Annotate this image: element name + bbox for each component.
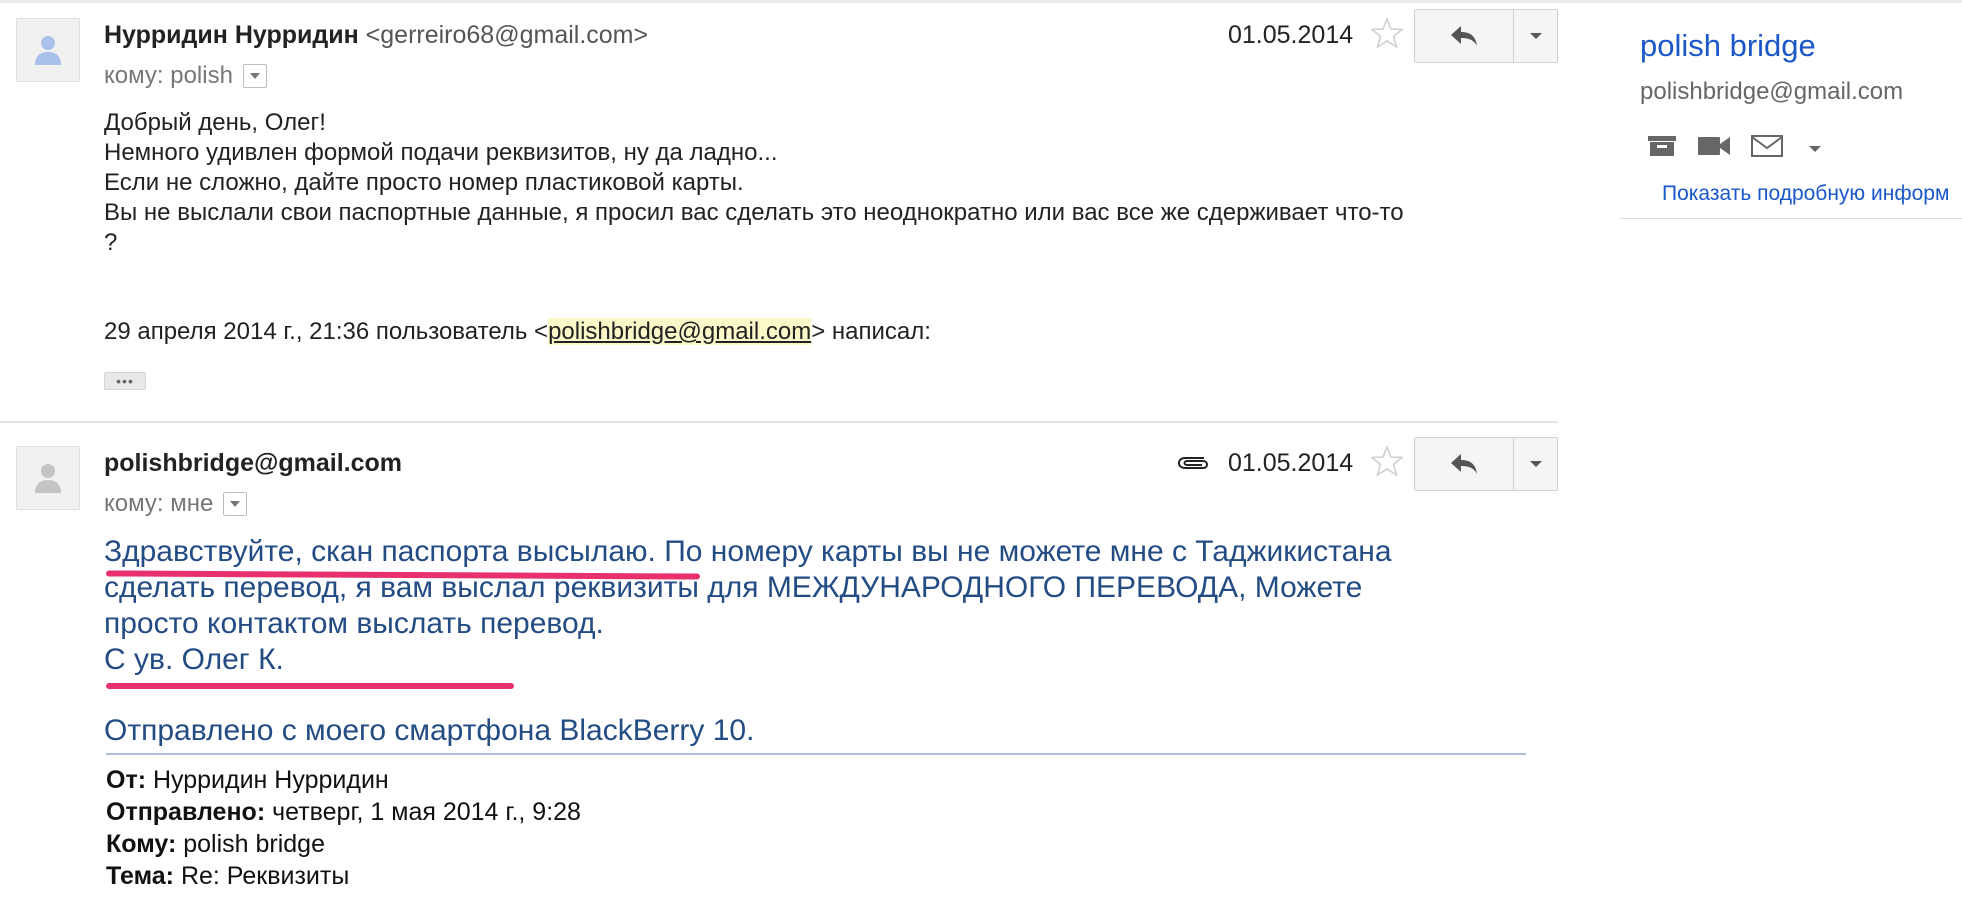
star-icon: [1369, 16, 1405, 49]
recipient-text: кому: polish: [104, 62, 233, 89]
recipient-text: кому: мне: [104, 490, 214, 517]
header-value: четверг, 1 мая 2014 г., 9:28: [265, 798, 581, 826]
message-date: 01.05.2014: [1228, 449, 1354, 477]
recipient-details-toggle[interactable]: [242, 64, 267, 88]
show-trimmed-content-button[interactable]: •••: [104, 372, 146, 390]
quote-prefix: 29 апреля 2014 г., 21:36 пользователь <: [104, 318, 549, 345]
signature-separator: [106, 753, 1526, 755]
person-icon: [35, 464, 61, 493]
message1-body: Добрый день, Олег! Немного удивлен формо…: [104, 108, 1524, 258]
quote-suffix: > написал:: [811, 318, 931, 345]
show-details-link[interactable]: Показать подробную информ: [1662, 182, 1962, 206]
quote-email-link[interactable]: polishbridge@gmail.com: [548, 318, 812, 345]
star-icon: [1369, 444, 1405, 477]
top-border: [0, 0, 1962, 3]
header-value: Re: Реквизиты: [174, 862, 350, 890]
header-value: polish bridge: [176, 830, 325, 858]
dropdown-arrow-icon: [1529, 33, 1542, 39]
body-line: Немного удивлен формой подачи реквизитов…: [104, 139, 778, 166]
red-underline-annotation: [106, 683, 514, 689]
contact-name[interactable]: polish bridge: [1640, 28, 1816, 64]
dropdown-arrow-icon[interactable]: [1808, 140, 1822, 158]
body-line: просто контактом выслать перевод.: [104, 607, 604, 640]
recipient-line: кому: мне: [104, 490, 248, 518]
person-icon: [35, 36, 61, 65]
header-sent: Отправлено: четверг, 1 мая 2014 г., 9:28: [106, 796, 581, 828]
body-line: ?: [104, 229, 118, 256]
more-actions-button[interactable]: [1514, 9, 1558, 63]
quote-header: 29 апреля 2014 г., 21:36 пользователь <p…: [104, 318, 931, 346]
message2-sender[interactable]: polishbridge@gmail.com: [104, 449, 402, 478]
message2-body: Здравствуйте, скан паспорта высылаю. По …: [104, 534, 1604, 678]
sidebar-separator: [1620, 218, 1962, 219]
video-icon[interactable]: [1696, 134, 1732, 163]
body-line: Если не сложно, дайте просто номер пласт…: [104, 169, 744, 196]
message-divider: [0, 421, 1558, 423]
sender-name[interactable]: Нурридин Нурридин: [104, 21, 359, 49]
chevron-down-icon: [230, 501, 241, 507]
attachment-indicator: [1176, 452, 1210, 479]
contact-actions: [1646, 134, 1822, 163]
body-line: С ув. Олег К.: [104, 643, 284, 676]
header-label: Кому:: [106, 830, 177, 858]
header-label: От:: [106, 766, 147, 794]
sender-email: <gerreiro68@gmail.com>: [365, 21, 649, 49]
contact-email: polishbridge@gmail.com: [1640, 78, 1904, 105]
header-value: Нурридин Нурридин: [146, 766, 389, 794]
reply-button[interactable]: [1414, 9, 1514, 63]
sender-avatar[interactable]: [16, 18, 80, 82]
recipient-line: кому: polish: [104, 62, 267, 90]
more-actions-button[interactable]: [1514, 437, 1558, 491]
body-line: Здравствуйте, скан паспорта высылаю. По …: [104, 535, 1392, 568]
reply-icon: [1451, 454, 1477, 474]
mail-icon[interactable]: [1750, 134, 1784, 163]
sender-avatar[interactable]: [16, 446, 80, 510]
header-from: От: Нурридин Нурридин: [106, 764, 581, 796]
header-label: Тема:: [106, 862, 174, 890]
signature-line: Отправлено с моего смартфона BlackBerry …: [104, 714, 755, 747]
sender-name[interactable]: polishbridge@gmail.com: [104, 449, 402, 477]
header-subject: Тема: Re: Реквизиты: [106, 860, 581, 892]
paperclip-icon: [1177, 457, 1209, 469]
body-line: Добрый день, Олег!: [104, 109, 326, 136]
header-label: Отправлено:: [106, 798, 266, 826]
star-button[interactable]: [1369, 444, 1405, 482]
dropdown-arrow-icon: [1529, 461, 1542, 467]
header-to: Кому: polish bridge: [106, 828, 581, 860]
forwarded-headers: От: Нурридин Нурридин Отправлено: четвер…: [106, 764, 581, 892]
message1-sender[interactable]: Нурридин Нурридин <gerreiro68@gmail.com>: [104, 21, 648, 50]
recipient-details-toggle[interactable]: [223, 492, 248, 516]
message-date: 01.05.2014: [1228, 21, 1354, 49]
reply-icon: [1451, 26, 1477, 46]
body-line: Вы не выслали свои паспортные данные, я …: [104, 199, 1404, 226]
reply-button[interactable]: [1414, 437, 1514, 491]
star-button[interactable]: [1369, 16, 1405, 54]
chevron-down-icon: [249, 73, 260, 79]
archive-icon[interactable]: [1646, 134, 1678, 163]
